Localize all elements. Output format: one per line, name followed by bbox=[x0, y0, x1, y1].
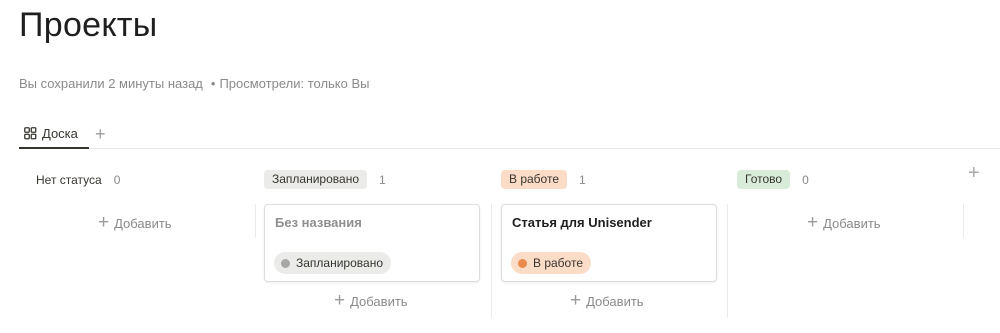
add-card-button[interactable]: + Добавить bbox=[334, 290, 408, 311]
add-card-label: Добавить bbox=[823, 215, 881, 231]
card-title: Статья для Unisender bbox=[512, 215, 652, 230]
page-meta: Вы сохранили 2 минуты назад • Просмотрел… bbox=[19, 76, 370, 91]
column-count: 1 bbox=[579, 172, 586, 187]
column-header-planned[interactable]: Запланировано 1 bbox=[264, 170, 386, 189]
viewers-status: Просмотрели: только Вы bbox=[219, 76, 370, 91]
add-card-label: Добавить bbox=[350, 293, 408, 309]
column-label-pill: Готово bbox=[737, 170, 791, 189]
card[interactable]: Без названия Запланировано bbox=[264, 204, 480, 282]
status-dot-icon bbox=[518, 258, 527, 268]
tab-board[interactable]: Доска bbox=[19, 124, 89, 149]
meta-separator: • bbox=[210, 76, 216, 91]
add-card-button[interactable]: + Добавить bbox=[807, 212, 881, 233]
add-column-button[interactable]: + bbox=[968, 162, 980, 184]
column-header-in-progress[interactable]: В работе 1 bbox=[501, 170, 586, 189]
page-title: Проекты bbox=[19, 6, 158, 44]
add-view-button[interactable]: + bbox=[95, 124, 106, 144]
view-tabs: Доска + bbox=[19, 124, 1000, 149]
column-divider bbox=[255, 204, 256, 238]
card[interactable]: Статья для Unisender В работе bbox=[501, 204, 717, 282]
status-dot-icon bbox=[281, 258, 290, 268]
column-header-done[interactable]: Готово 0 bbox=[737, 170, 809, 189]
column-count: 0 bbox=[113, 172, 121, 187]
board-icon bbox=[24, 127, 37, 140]
column-label-pill: В работе bbox=[501, 170, 568, 189]
card-title: Без названия bbox=[275, 215, 362, 230]
plus-icon: + bbox=[334, 290, 346, 311]
plus-icon: + bbox=[570, 290, 582, 311]
column-divider bbox=[727, 204, 728, 318]
status-badge: Запланировано bbox=[274, 252, 391, 274]
saved-status: Вы сохранили 2 минуты назад bbox=[19, 76, 203, 91]
column-count: 0 bbox=[802, 172, 809, 187]
tab-label: Доска bbox=[42, 126, 78, 141]
plus-icon: + bbox=[807, 212, 819, 233]
status-badge: В работе bbox=[511, 252, 592, 274]
status-label: В работе bbox=[533, 256, 584, 270]
add-card-label: Добавить bbox=[586, 293, 644, 309]
plus-icon: + bbox=[98, 212, 110, 233]
column-count: 1 bbox=[379, 172, 386, 187]
column-label-pill: Запланировано bbox=[264, 170, 367, 189]
column-divider bbox=[491, 204, 492, 318]
column-label: Нет статуса bbox=[36, 172, 102, 187]
column-header-no-status[interactable]: Нет статуса 0 bbox=[20, 170, 120, 189]
add-card-button[interactable]: + Добавить bbox=[98, 212, 172, 233]
status-label: Запланировано bbox=[296, 256, 383, 270]
add-card-button[interactable]: + Добавить bbox=[570, 290, 644, 311]
column-divider bbox=[963, 204, 964, 238]
add-card-label: Добавить bbox=[114, 215, 172, 231]
